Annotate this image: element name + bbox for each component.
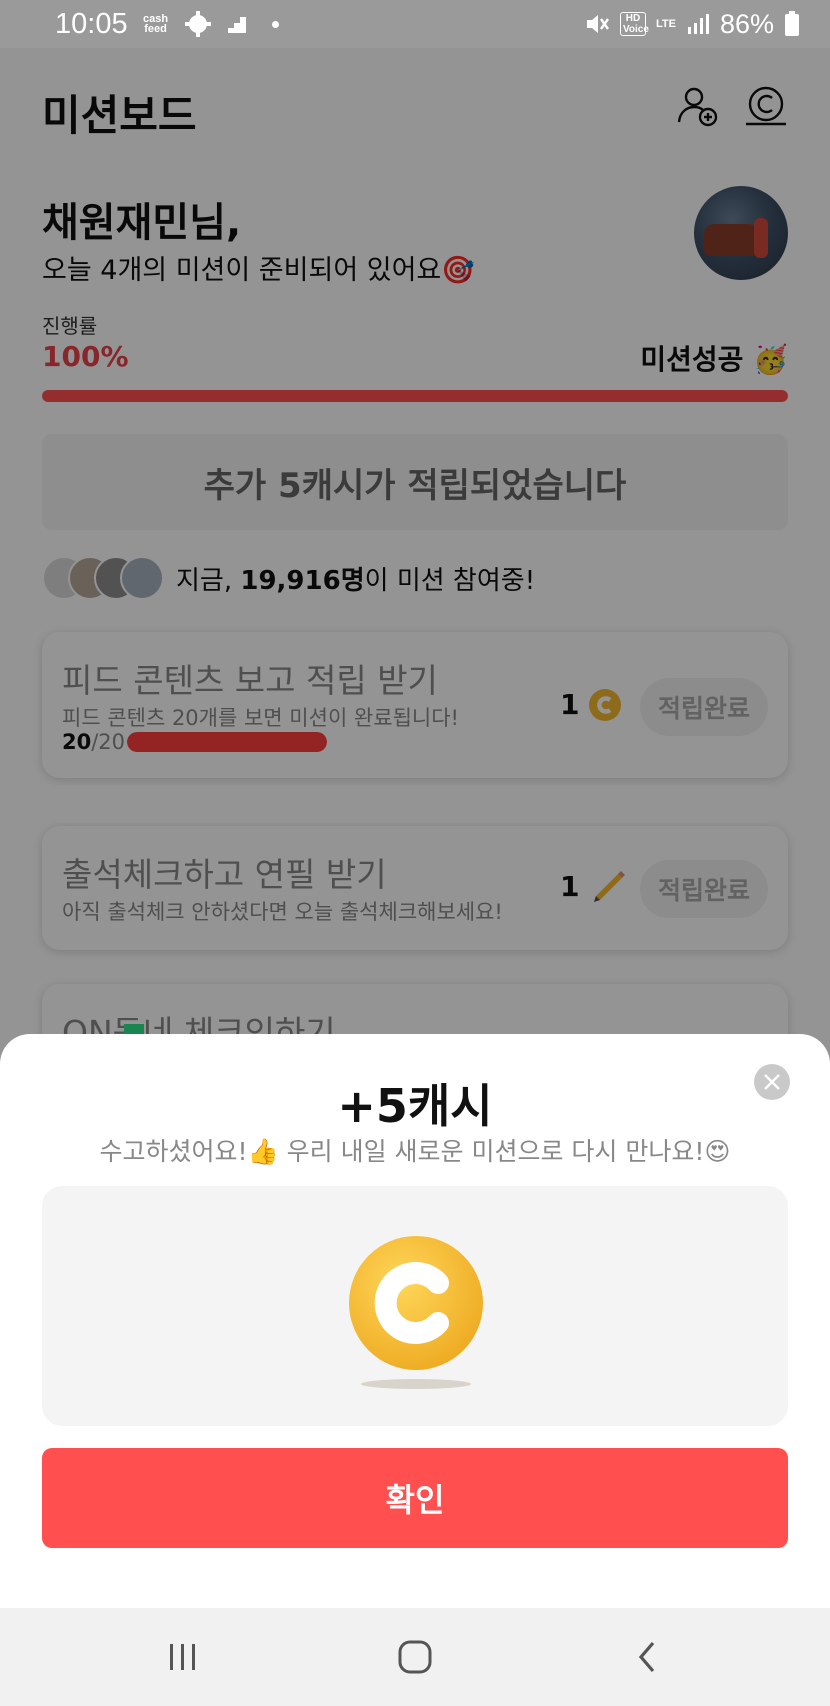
reward-subtitle: 수고하셨어요!👍 우리 내일 새로운 미션으로 다시 만나요!😍 — [99, 1137, 731, 1166]
hd-voice-icon: HD Voice — [619, 12, 649, 36]
close-icon — [764, 1074, 780, 1090]
battery-icon — [785, 11, 799, 36]
home-button[interactable] — [390, 1632, 440, 1682]
notification-dot-icon — [271, 20, 279, 28]
close-button[interactable] — [754, 1064, 790, 1100]
reward-coin-panel — [42, 1186, 788, 1426]
status-bar: 10:05 cash feed HD Voice LTE 86% — [0, 0, 830, 48]
reward-title: +5캐시 — [337, 1079, 493, 1133]
stairs-icon — [227, 17, 246, 33]
coin-icon — [349, 1236, 483, 1389]
battery-percent: 86% — [719, 8, 774, 39]
confirm-button[interactable]: 확인 — [42, 1448, 788, 1548]
back-icon — [638, 1641, 655, 1673]
signal-icon — [687, 14, 709, 34]
back-button[interactable] — [622, 1632, 672, 1682]
mute-icon — [586, 15, 609, 33]
lte-icon: LTE — [655, 17, 676, 30]
recent-apps-button[interactable] — [158, 1632, 208, 1682]
status-time: 10:05 — [55, 7, 128, 40]
cashfeed-logo: cash feed — [143, 13, 169, 35]
settings-gear-icon — [184, 11, 211, 37]
reward-bottom-sheet: +5캐시 수고하셨어요!👍 우리 내일 새로운 미션으로 다시 만나요!😍 확인 — [0, 1034, 830, 1608]
home-icon — [398, 1640, 432, 1674]
status-right-icons: HD Voice LTE 86% — [584, 9, 800, 40]
system-nav-bar — [0, 1608, 830, 1706]
recent-apps-icon — [170, 1644, 195, 1670]
status-left-icons: cash feed — [142, 10, 279, 38]
